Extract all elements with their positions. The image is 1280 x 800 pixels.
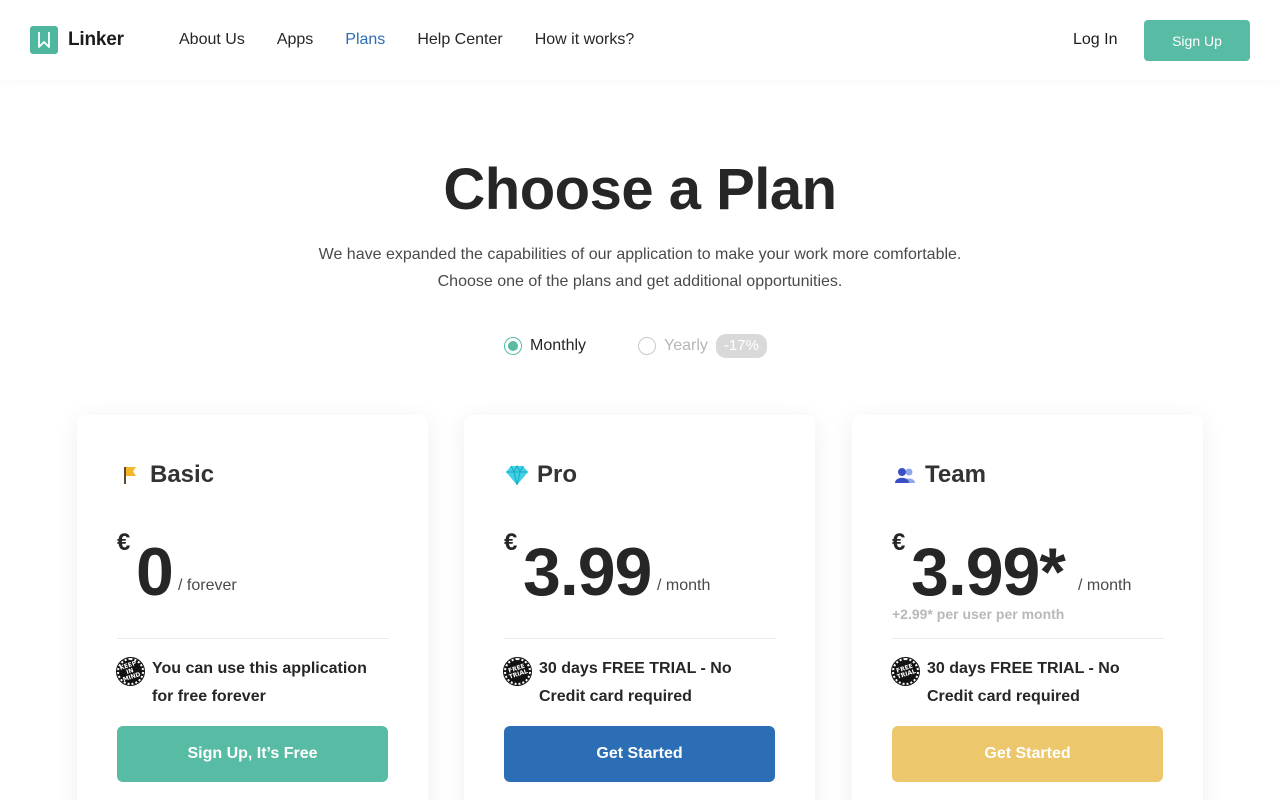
subtitle-line-2: Choose one of the plans and get addition…	[437, 273, 843, 290]
feature-text: You can use this application for free fo…	[152, 660, 367, 705]
nav-item-help-center[interactable]: Help Center	[417, 30, 502, 50]
plan-feature: FREE TRIAL 30 days FREE TRIAL - No Credit…	[891, 655, 1172, 711]
bookmark-icon	[30, 26, 58, 54]
subtitle-line-1: We have expanded the capabilities of our…	[318, 246, 962, 263]
feature-text: 30 days FREE TRIAL - No Credit card requ…	[539, 660, 732, 705]
billing-label-yearly: Yearly	[664, 337, 708, 354]
currency-symbol: €	[504, 529, 518, 556]
plan-feature: KEEP IN MIND You can use this application …	[116, 655, 397, 711]
price-amount: 3.99	[523, 534, 652, 610]
signup-button[interactable]: Sign Up	[1144, 20, 1250, 61]
price-amount: 3.99*	[911, 534, 1066, 610]
brand-name: Linker	[68, 29, 124, 50]
page-title: Choose a Plan	[443, 157, 837, 222]
users-icon	[892, 462, 918, 488]
nav-item-how-it-works[interactable]: How it works?	[535, 30, 635, 50]
free-trial-sticker-icon: FREE TRIAL	[891, 657, 920, 686]
free-trial-sticker-icon: FREE TRIAL	[503, 657, 532, 686]
plan-name: Pro	[537, 461, 578, 488]
gem-icon	[504, 462, 530, 488]
nav-item-about-us[interactable]: About Us	[179, 30, 245, 50]
signup-free-button[interactable]: Sign Up, It’s Free	[117, 726, 388, 782]
billing-label-monthly: Monthly	[530, 337, 587, 354]
plan-name: Team	[925, 461, 986, 488]
brand-logo[interactable]: Linker	[30, 26, 124, 54]
nav-item-apps[interactable]: Apps	[277, 30, 313, 50]
main-nav: About Us Apps Plans Help Center How it w…	[179, 30, 666, 50]
billing-period-toggle: Monthly Yearly -17%	[0, 334, 1280, 358]
page-subtitle: We have expanded the capabilities of our…	[0, 241, 1280, 295]
feature-text: 30 days FREE TRIAL - No Credit card requ…	[927, 660, 1120, 705]
get-started-pro-button[interactable]: Get Started	[504, 726, 775, 782]
billing-option-yearly[interactable]: Yearly -17%	[638, 334, 767, 358]
plan-header: Pro	[504, 461, 577, 489]
per-user-price-note: +2.99* per user per month	[892, 606, 1065, 622]
nav-item-plans[interactable]: Plans	[345, 30, 385, 50]
divider	[892, 638, 1164, 639]
price-period: / month	[657, 577, 711, 594]
flag-icon	[117, 462, 143, 488]
currency-symbol: €	[117, 529, 131, 556]
login-link[interactable]: Log In	[1073, 30, 1117, 50]
top-navbar: Linker About Us Apps Plans Help Center H…	[0, 0, 1280, 80]
divider	[117, 638, 389, 639]
plan-card-team: Team € 3.99* / month +2.99* per user per…	[852, 415, 1203, 800]
get-started-team-button[interactable]: Get Started	[892, 726, 1163, 782]
radio-monthly[interactable]	[504, 337, 522, 355]
price-period: / month	[1078, 577, 1132, 594]
discount-badge: -17%	[715, 334, 767, 358]
currency-symbol: €	[892, 529, 906, 556]
plan-card-basic: Basic € 0 / forever KEEP IN MIND You can u…	[77, 415, 428, 800]
price-period: / forever	[178, 577, 237, 594]
plan-header: Basic	[117, 461, 214, 489]
plan-feature: FREE TRIAL 30 days FREE TRIAL - No Credit…	[503, 655, 784, 711]
radio-yearly[interactable]	[638, 337, 656, 355]
plan-header: Team	[892, 461, 986, 489]
plan-name: Basic	[150, 461, 215, 488]
divider	[504, 638, 776, 639]
price-amount: 0	[136, 534, 174, 610]
plan-card-pro: Pro € 3.99 / month FREE TRIAL 30 days FRE…	[464, 415, 815, 800]
keep-in-mind-sticker-icon: KEEP IN MIND	[116, 657, 145, 686]
billing-option-monthly[interactable]: Monthly	[504, 334, 586, 358]
